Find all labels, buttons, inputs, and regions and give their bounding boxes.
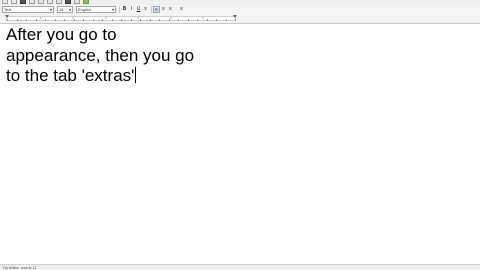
text-line: appearance, then you go [6, 45, 195, 65]
paragraph-style-select[interactable]: Text ▾ [2, 6, 54, 13]
ruler-tick [207, 19, 208, 21]
chevron-down-icon: ▾ [111, 7, 114, 12]
ruler-tick [131, 19, 132, 21]
font-size-select[interactable]: 18 ▾ [57, 6, 73, 13]
status-bar: Txt folder: wordy 11 [0, 264, 480, 270]
text-caret [135, 67, 137, 83]
ruler-tick [17, 19, 18, 21]
ruler-number: 6 [202, 16, 204, 20]
copy-icon[interactable] [65, 0, 71, 4]
italic-button[interactable]: I [128, 6, 135, 13]
ruler-tick [83, 19, 84, 21]
ruler-tick [45, 19, 46, 21]
ruler-track: 1 2 3 4 5 6 [6, 16, 236, 21]
left-indent-marker[interactable] [5, 15, 9, 18]
text-line: After you go to [6, 25, 117, 44]
print-icon[interactable] [29, 0, 35, 4]
ruler-tick [36, 19, 37, 21]
cut-icon[interactable] [56, 0, 62, 4]
font-name-select[interactable]: English ▾ [76, 6, 116, 13]
ruler-number: 5 [170, 16, 172, 20]
undo-icon[interactable] [38, 0, 44, 4]
bold-button[interactable]: B [121, 6, 128, 13]
toolbar-separator [151, 6, 152, 13]
toolbar-separator [119, 6, 120, 13]
ruler-tick [178, 19, 179, 21]
ruler-tick [74, 19, 75, 21]
chevron-down-icon: ▾ [68, 7, 71, 12]
ruler-tick [26, 19, 27, 21]
ruler-number: 2 [72, 16, 74, 20]
align-center-button[interactable]: ≡ [160, 6, 167, 13]
ruler-tick [112, 19, 113, 21]
ruler[interactable]: 1 2 3 4 5 6 [0, 15, 480, 24]
save-icon[interactable] [20, 0, 26, 4]
document-text[interactable]: After you go to appearance, then you go … [6, 25, 306, 87]
redo-icon[interactable] [47, 0, 53, 4]
underline-button[interactable]: U [135, 6, 142, 13]
new-icon[interactable] [2, 0, 8, 4]
ruler-tick [93, 19, 94, 21]
ruler-tick [235, 19, 236, 21]
ruler-number: 3 [105, 16, 107, 20]
ruler-tick [197, 19, 198, 21]
right-indent-marker[interactable] [233, 15, 237, 18]
ruler-tick [226, 19, 227, 21]
subscript-button[interactable]: x [142, 6, 149, 13]
text-line: to the tab 'extras' [6, 66, 306, 87]
ruler-tick [150, 19, 151, 21]
ruler-tick [64, 19, 65, 21]
align-right-button[interactable]: ≡ [167, 6, 174, 13]
ruler-tick [140, 19, 141, 21]
ruler-number: 1 [40, 16, 42, 20]
ruler-number: 4 [137, 16, 139, 20]
ruler-tick [159, 19, 160, 21]
align-left-button[interactable]: ≡ [153, 6, 160, 13]
chevron-down-icon: ▾ [49, 7, 52, 12]
align-justify-button[interactable]: ≡ [178, 6, 185, 13]
open-icon[interactable] [11, 0, 17, 4]
text-line-content: to the tab 'extras' [6, 66, 135, 85]
check-icon[interactable] [83, 0, 89, 4]
ruler-tick [216, 19, 217, 21]
ruler-tick [188, 19, 189, 21]
font-name-value: English [78, 7, 92, 12]
ruler-tick [55, 19, 56, 21]
document-area[interactable]: After you go to appearance, then you go … [0, 24, 480, 264]
ruler-tick [102, 19, 103, 21]
ruler-tick [7, 19, 8, 21]
ruler-tick [121, 19, 122, 21]
paste-icon[interactable] [74, 0, 80, 4]
status-text: Txt folder: wordy 11 [2, 265, 37, 270]
font-size-value: 18 [59, 7, 64, 12]
paragraph-style-value: Text [4, 7, 12, 12]
